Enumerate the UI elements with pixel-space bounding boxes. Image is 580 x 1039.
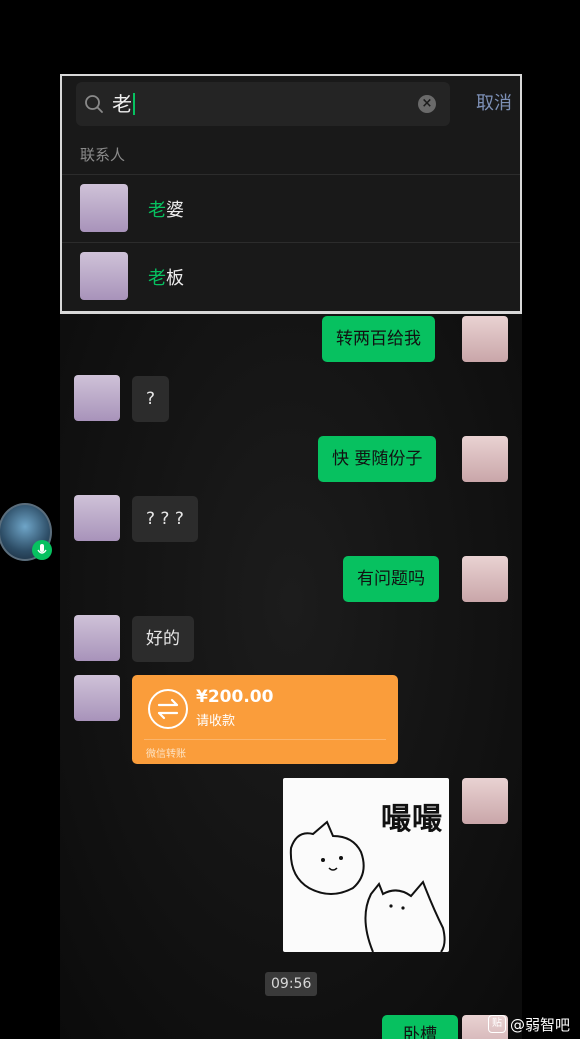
contact-avatar[interactable] (74, 675, 120, 721)
incoming-message-bubble[interactable]: 好的 (132, 616, 194, 662)
text-caret (133, 93, 135, 115)
clear-icon[interactable]: × (418, 95, 436, 113)
outgoing-message-bubble[interactable]: 快 要随份子 (318, 436, 437, 482)
watermark-text: @弱智吧 (509, 1015, 570, 1034)
contact-avatar[interactable] (74, 495, 120, 541)
contact-avatar (80, 184, 128, 232)
outgoing-message-bubble[interactable]: 有问题吗 (343, 556, 439, 602)
contact-name: 老婆 (148, 200, 184, 221)
watermark: 贴 @弱智吧 (487, 1012, 570, 1036)
outgoing-message-bubble[interactable]: 转两百给我 (322, 316, 435, 362)
divider (62, 242, 520, 243)
sticker-image[interactable]: 嘬嘬 (283, 778, 449, 952)
transfer-amount: ¥200.00 (196, 687, 274, 707)
section-label-contacts: 联系人 (80, 146, 126, 164)
contact-avatar[interactable] (74, 375, 120, 421)
transfer-label: 微信转账 (146, 749, 186, 760)
message-timestamp: 09:56 (265, 972, 318, 996)
cat-drawing-icon (289, 820, 446, 952)
search-icon (84, 94, 104, 114)
microphone-icon[interactable] (32, 540, 52, 560)
contact-avatar[interactable] (74, 615, 120, 661)
platform-logo-icon: 贴 (487, 1015, 506, 1033)
transfer-divider (144, 739, 386, 740)
my-avatar[interactable] (462, 436, 508, 482)
contact-avatar (80, 252, 128, 300)
search-input[interactable]: 老 × (76, 82, 450, 126)
incoming-message-bubble[interactable]: ? (132, 376, 170, 422)
incoming-message-bubble[interactable]: ? ? ? (132, 496, 198, 542)
transfer-icon (148, 689, 188, 729)
search-bar: 老 × 取消 (76, 82, 512, 126)
contact-result[interactable]: 老板 (62, 244, 520, 310)
contact-result[interactable]: 老婆 (62, 176, 520, 242)
search-query: 老 (112, 91, 135, 117)
contact-search-panel: 老 × 取消 联系人 老婆 老板 (60, 74, 522, 314)
contact-name: 老板 (148, 268, 184, 289)
my-avatar[interactable] (462, 316, 508, 362)
transfer-status: 请收款 (196, 714, 236, 729)
transfer-card[interactable]: ¥200.00 请收款 微信转账 (132, 675, 398, 764)
divider (62, 174, 520, 175)
my-avatar[interactable] (462, 556, 508, 602)
outgoing-message-bubble[interactable]: 卧槽 (382, 1015, 458, 1039)
my-avatar[interactable] (462, 778, 508, 824)
cancel-button[interactable]: 取消 (476, 92, 512, 116)
